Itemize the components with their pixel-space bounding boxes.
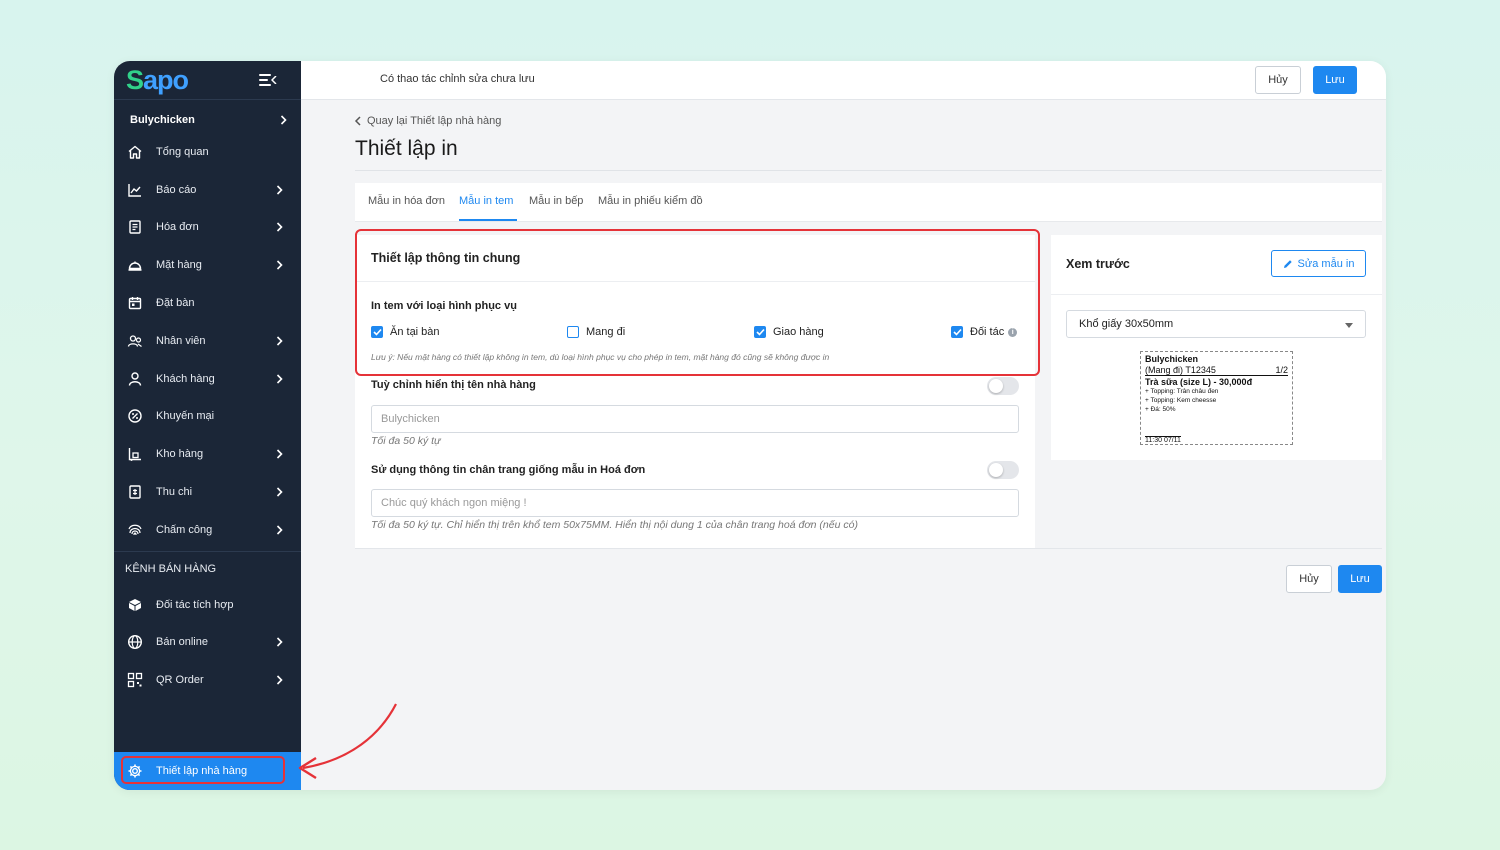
unsaved-changes-text: Có thao tác chỉnh sửa chưa lưu bbox=[380, 73, 535, 85]
footer-info-toggle[interactable] bbox=[987, 461, 1019, 479]
page-title: Thiết lập in bbox=[355, 137, 458, 160]
user-icon bbox=[126, 370, 144, 388]
sidebar-item-warehouse[interactable]: Kho hàng bbox=[114, 435, 301, 473]
chevron-right-icon bbox=[273, 184, 285, 196]
title-divider bbox=[355, 170, 1382, 171]
back-link[interactable]: Quay lại Thiết lập nhà hàng bbox=[354, 115, 501, 127]
top-save-button[interactable]: Lưu bbox=[1313, 66, 1357, 94]
sidebar-item-reports[interactable]: Báo cáo bbox=[114, 171, 301, 209]
sidebar-item-staff[interactable]: Nhân viên bbox=[114, 322, 301, 360]
warehouse-icon bbox=[126, 445, 144, 463]
chevron-left-icon bbox=[354, 116, 361, 126]
chevron-right-icon bbox=[273, 259, 285, 271]
tab-bar: Mẫu in hóa đơn Mẫu in tem Mẫu in bếp Mẫu… bbox=[355, 183, 1382, 222]
footer-text-input[interactable]: Chúc quý khách ngon miệng ! bbox=[371, 489, 1019, 517]
general-settings-highlight-box bbox=[355, 229, 1040, 376]
sidebar-item-products[interactable]: Mặt hàng bbox=[114, 246, 301, 284]
topbar: Có thao tác chỉnh sửa chưa lưu Hủy Lưu bbox=[301, 61, 1386, 100]
tab-invoice-template[interactable]: Mẫu in hóa đơn bbox=[368, 195, 445, 207]
preview-title: Xem trước bbox=[1066, 257, 1130, 271]
caret-down-icon bbox=[1345, 323, 1353, 328]
preview-topping-2: + Topping: Kem cheesse bbox=[1145, 397, 1217, 404]
chevron-right-icon bbox=[273, 486, 285, 498]
calendar-icon bbox=[126, 294, 144, 312]
preview-ice: + Đá: 50% bbox=[1145, 406, 1176, 413]
store-name: Bulychicken bbox=[130, 114, 195, 126]
chevron-right-icon bbox=[273, 674, 285, 686]
sapo-logo[interactable]: Sapo bbox=[126, 66, 189, 94]
receipt-icon bbox=[126, 218, 144, 236]
fingerprint-icon bbox=[126, 521, 144, 539]
settings-highlight-box bbox=[121, 756, 285, 784]
sidebar-item-qr-order[interactable]: QR Order bbox=[114, 661, 301, 699]
sidebar-item-timekeeping[interactable]: Chấm công bbox=[114, 511, 301, 549]
sidebar-item-reservations[interactable]: Đặt bàn bbox=[114, 284, 301, 322]
sidebar-item-partners[interactable]: Đối tác tích hợp bbox=[114, 586, 301, 624]
top-cancel-button[interactable]: Hủy bbox=[1255, 66, 1301, 94]
chevron-right-icon bbox=[273, 636, 285, 648]
sidebar-item-customers[interactable]: Khách hàng bbox=[114, 360, 301, 398]
qr-icon bbox=[126, 671, 144, 689]
sidebar-item-overview[interactable]: Tổng quan bbox=[114, 133, 301, 171]
custom-name-label: Tuỳ chỉnh hiển thị tên nhà hàng bbox=[371, 379, 536, 391]
discount-icon bbox=[126, 407, 144, 425]
custom-name-input[interactable]: Bulychicken bbox=[371, 405, 1019, 433]
preview-store-name: Bulychicken bbox=[1145, 354, 1199, 364]
pencil-icon bbox=[1283, 259, 1292, 268]
active-tab-indicator bbox=[459, 219, 517, 221]
edit-template-button[interactable]: Sửa mẫu in bbox=[1271, 250, 1366, 277]
preview-divider bbox=[1051, 294, 1382, 295]
label-preview: Bulychicken (Mang đi) T12345 1/2 Trà sữa… bbox=[1140, 351, 1293, 445]
bottom-cancel-button[interactable]: Hủy bbox=[1286, 565, 1332, 593]
tab-checklist-template[interactable]: Mẫu in phiếu kiểm đồ bbox=[598, 195, 703, 207]
collapse-menu-icon[interactable] bbox=[259, 74, 277, 86]
sidebar-item-promotions[interactable]: Khuyến mại bbox=[114, 398, 301, 436]
footer-hint: Tối đa 50 ký tự. Chỉ hiển thị trên khổ t… bbox=[371, 519, 858, 531]
chevron-right-icon bbox=[273, 373, 285, 385]
bottom-save-button[interactable]: Lưu bbox=[1338, 565, 1382, 593]
sidebar-item-online-sales[interactable]: Bán online bbox=[114, 624, 301, 662]
paper-size-select[interactable]: Khổ giấy 30x50mm bbox=[1066, 310, 1366, 338]
preview-card: Xem trước Sửa mẫu in Khổ giấy 30x50mm Bu… bbox=[1051, 235, 1382, 460]
partner-icon bbox=[126, 596, 144, 614]
sales-channels-heading: KÊNH BÁN HÀNG bbox=[114, 550, 301, 586]
preview-order-line: (Mang đi) T12345 1/2 bbox=[1145, 365, 1288, 376]
tab-label-template[interactable]: Mẫu in tem bbox=[459, 195, 513, 207]
globe-icon bbox=[126, 633, 144, 651]
custom-name-toggle[interactable] bbox=[987, 377, 1019, 395]
footer-divider bbox=[355, 548, 1382, 549]
preview-item: Trà sữa (size L) - 30,000đ bbox=[1145, 377, 1253, 387]
custom-name-hint: Tối đa 50 ký tự bbox=[371, 435, 441, 447]
preview-topping-1: + Topping: Trân châu đen bbox=[1145, 388, 1219, 395]
cashbook-icon bbox=[126, 483, 144, 501]
chart-icon bbox=[126, 181, 144, 199]
chevron-right-icon bbox=[273, 221, 285, 233]
chevron-right-icon bbox=[273, 524, 285, 536]
chevron-right-icon bbox=[273, 448, 285, 460]
tab-kitchen-template[interactable]: Mẫu in bếp bbox=[529, 195, 583, 207]
app-window: Sapo Bulychicken Tổng quan Báo cáo Hóa đ… bbox=[114, 61, 1386, 790]
sidebar: Sapo Bulychicken Tổng quan Báo cáo Hóa đ… bbox=[114, 61, 301, 790]
chevron-right-icon bbox=[277, 114, 289, 126]
chevron-right-icon bbox=[273, 335, 285, 347]
cloche-icon bbox=[126, 256, 144, 274]
footer-info-label: Sử dụng thông tin chân trang giống mẫu i… bbox=[371, 464, 646, 476]
sidebar-header: Sapo bbox=[114, 61, 301, 100]
home-icon bbox=[126, 143, 144, 161]
staff-icon bbox=[126, 332, 144, 350]
sidebar-item-invoices[interactable]: Hóa đơn bbox=[114, 209, 301, 247]
preview-time: 11:30 07/11 bbox=[1145, 436, 1181, 444]
sidebar-item-cashbook[interactable]: Thu chi bbox=[114, 473, 301, 511]
